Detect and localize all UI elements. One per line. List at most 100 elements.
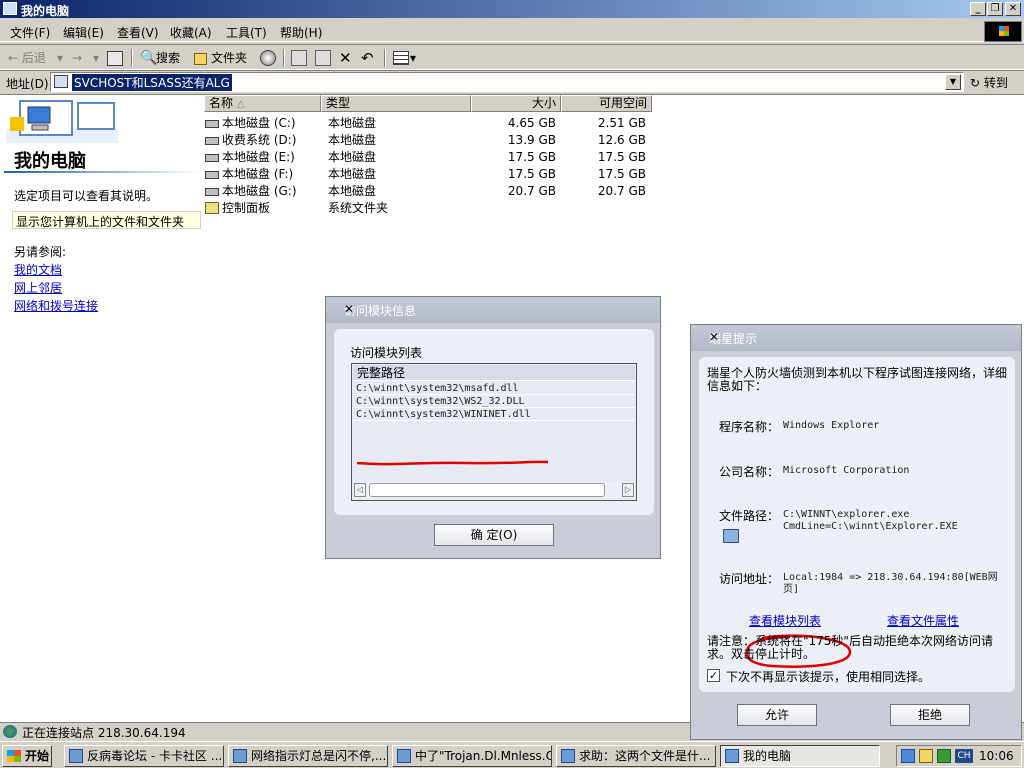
view-file-properties-link[interactable]: 查看文件属性 [887, 612, 959, 629]
ok-button[interactable]: 确 定(O) [434, 524, 554, 546]
input-language-indicator[interactable]: CH [955, 749, 973, 763]
column-name[interactable]: 名称 △ [204, 95, 321, 112]
item-type: 本地磁盘 [328, 167, 377, 181]
windows-logo [984, 21, 1022, 42]
alert-intro: 瑞星个人防火墙侦测到本机以下程序试图连接网络，详细信息如下： [707, 366, 1008, 393]
computer-icon [54, 75, 68, 88]
item-size: 13.9 GB [507, 133, 556, 147]
firewall-icon[interactable] [919, 749, 933, 763]
dialog-title-bar: 瑞星提示 ✕ [691, 325, 1021, 351]
scroll-right-icon[interactable]: ▷ [622, 483, 634, 497]
view-module-list-link[interactable]: 查看模块列表 [749, 612, 821, 629]
dialog-body: 瑞星个人防火墙侦测到本机以下程序试图连接网络，详细信息如下： 程序名称： Win… [699, 357, 1015, 692]
drive-icon [205, 154, 219, 162]
menu-favorites[interactable]: 收藏(A) [170, 24, 212, 41]
scroll-thumb[interactable] [369, 483, 605, 497]
folders-button[interactable]: 文件夹 [211, 49, 247, 67]
system-tray: CH 10:06 [896, 745, 1022, 767]
dialog-body: 访问模块列表 完整路径 C:\winnt\system32\msafd.dll … [334, 329, 654, 515]
item-type: 本地磁盘 [328, 133, 377, 147]
go-label: 转到 [983, 76, 1008, 90]
back-button[interactable]: ← 后退 [8, 49, 46, 67]
item-free: 12.6 GB [597, 133, 646, 147]
dont-show-label[interactable]: 下次不再显示该提示，使用相同选择。 [726, 668, 930, 685]
move-to-icon[interactable] [291, 50, 307, 66]
info-panel: 我的电脑 选定项目可以查看其说明。 显示您计算机上的文件和文件夹 另请参阅: 我… [0, 95, 204, 723]
start-button[interactable]: 开始 [2, 745, 52, 767]
item-type: 本地磁盘 [328, 184, 377, 198]
maximize-button[interactable]: ❐ [987, 2, 1003, 16]
menu-help[interactable]: 帮助(H) [280, 24, 322, 41]
module-row[interactable]: C:\winnt\system32\msafd.dll [353, 382, 635, 395]
close-icon[interactable]: ✕ [344, 302, 354, 316]
list-item[interactable]: 本地磁盘 (G:) 本地磁盘 20.7 GB 20.7 GB [204, 183, 654, 200]
close-button[interactable]: ✕ [1005, 2, 1021, 16]
toolbar-separator [283, 49, 285, 67]
list-item[interactable]: 本地磁盘 (C:) 本地磁盘 4.65 GB 2.51 GB [204, 115, 654, 132]
taskbar-item[interactable]: 网络指示灯总是闪不停,... [228, 745, 388, 767]
module-list[interactable]: 完整路径 C:\winnt\system32\msafd.dll C:\winn… [351, 363, 637, 501]
up-folder-icon[interactable] [107, 51, 123, 66]
close-icon[interactable]: ✕ [709, 330, 719, 344]
list-item[interactable]: 本地磁盘 (F:) 本地磁盘 17.5 GB 17.5 GB [204, 166, 654, 183]
column-type[interactable]: 类型 [321, 95, 471, 112]
module-row[interactable]: C:\winnt\system32\WININET.dll [353, 408, 635, 421]
taskbar-item-active[interactable]: 我的电脑 [720, 745, 880, 767]
horizontal-scrollbar[interactable]: ◁ ▷ [353, 482, 635, 498]
views-icon[interactable] [393, 51, 409, 65]
list-item[interactable]: 收费系统 (D:) 本地磁盘 13.9 GB 12.6 GB [204, 132, 654, 149]
link-dialup-connections[interactable]: 网络和拨号连接 [14, 297, 98, 314]
back-dropdown[interactable]: ▾ [57, 49, 63, 67]
ie-icon [561, 749, 575, 763]
menu-edit[interactable]: 编辑(E) [63, 24, 104, 41]
item-name: 收费系统 (D:) [222, 133, 297, 147]
globe-icon [3, 725, 17, 738]
column-size[interactable]: 大小 [471, 95, 561, 112]
history-icon[interactable] [260, 50, 276, 66]
taskbar-item[interactable]: 求助：这两个文件是什... [556, 745, 716, 767]
menu-tools[interactable]: 工具(T) [226, 24, 267, 41]
title-bar: 我的电脑 _ ❐ ✕ [0, 0, 1024, 18]
ie-icon [397, 749, 411, 763]
search-button[interactable]: 搜索 [156, 49, 180, 67]
views-dropdown[interactable]: ▾ [410, 49, 416, 67]
address-value[interactable]: SVCHOST和LSASS还有ALG [72, 74, 232, 91]
network-icon[interactable] [901, 749, 915, 763]
column-free-space[interactable]: 可用空间 [561, 95, 652, 112]
toolbar-separator [131, 49, 133, 67]
link-network-places[interactable]: 网上邻居 [14, 279, 62, 296]
menu-view[interactable]: 查看(V) [117, 24, 159, 41]
panel-description: 显示您计算机上的文件和文件夹 [12, 211, 201, 229]
sort-ascending-icon: △ [236, 99, 245, 110]
task-label: 求助：这两个文件是什... [579, 749, 711, 763]
delete-icon[interactable]: ✕ [339, 49, 352, 67]
clock[interactable]: 10:06 [979, 749, 1014, 763]
copy-to-icon[interactable] [315, 50, 331, 66]
item-name: 本地磁盘 (C:) [222, 116, 296, 130]
module-row[interactable]: C:\winnt\system32\WS2_32.DLL [353, 395, 635, 408]
menu-file[interactable]: 文件(F) [10, 24, 50, 41]
address-input[interactable]: SVCHOST和LSASS还有ALG ▼ [50, 72, 964, 92]
minimize-button[interactable]: _ [970, 2, 986, 16]
column-full-path[interactable]: 完整路径 [353, 365, 635, 381]
antivirus-icon[interactable] [937, 749, 951, 763]
dont-show-checkbox[interactable]: ✓ [707, 669, 720, 682]
list-item[interactable]: 控制面板 系统文件夹 [204, 200, 654, 217]
go-button[interactable]: ↻ 转到 [970, 74, 1008, 91]
allow-button[interactable]: 允许 [737, 704, 817, 726]
undo-icon[interactable]: ↶ [361, 49, 374, 67]
column-name-label: 名称 [209, 96, 234, 110]
forward-dropdown[interactable]: ▾ [93, 49, 99, 67]
program-label: 程序名称： [719, 420, 780, 434]
deny-button[interactable]: 拒绝 [890, 704, 970, 726]
windows-flag-icon [999, 26, 1009, 36]
ie-icon [233, 749, 247, 763]
forward-button[interactable]: → [72, 49, 82, 67]
taskbar-item[interactable]: 中了"Trojan.Dl.Mnless.O... [392, 745, 552, 767]
list-item[interactable]: 本地磁盘 (E:) 本地磁盘 17.5 GB 17.5 GB [204, 149, 654, 166]
address-dropdown-button[interactable]: ▼ [945, 74, 961, 90]
link-my-documents[interactable]: 我的文档 [14, 261, 62, 278]
taskbar-item[interactable]: 反病毒论坛 - 卡卡社区 ... [64, 745, 224, 767]
rising-firewall-dialog: 瑞星提示 ✕ 瑞星个人防火墙侦测到本机以下程序试图连接网络，详细信息如下： 程序… [690, 324, 1022, 740]
scroll-left-icon[interactable]: ◁ [354, 483, 366, 497]
